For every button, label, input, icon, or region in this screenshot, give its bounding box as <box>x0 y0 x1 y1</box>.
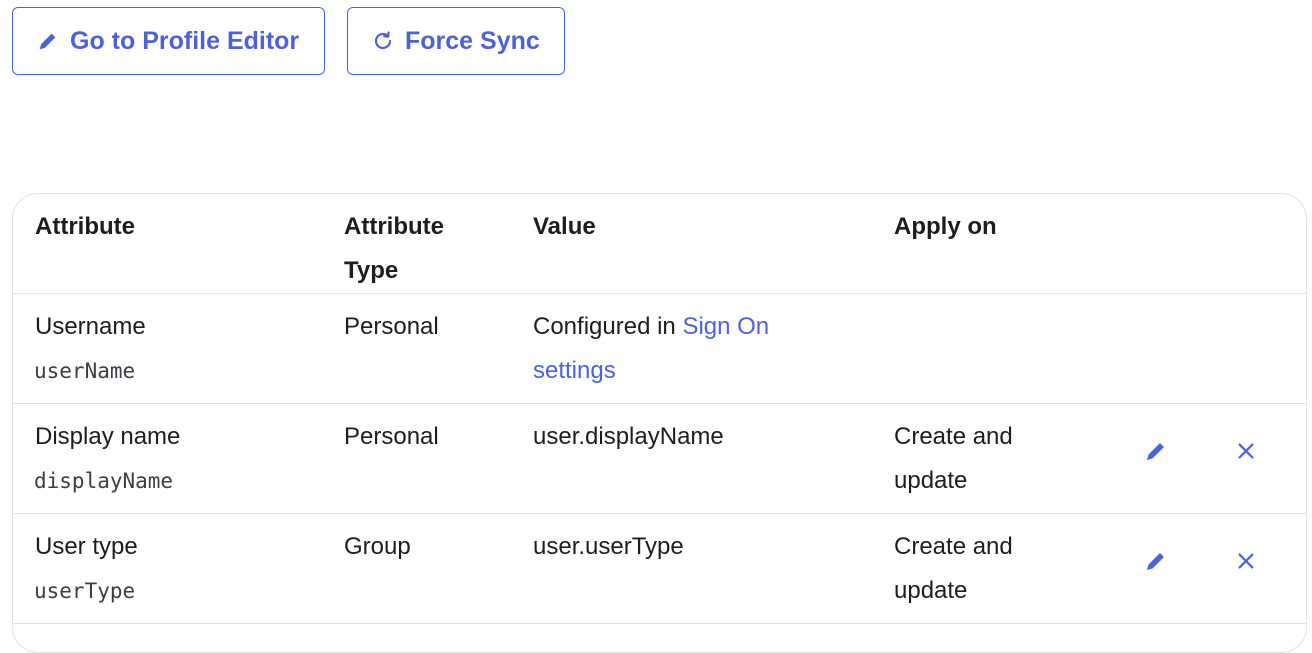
apply-on-cell <box>894 294 1132 404</box>
refresh-icon <box>371 29 395 53</box>
table-row: User type userType Group user.userType C… <box>13 514 1306 624</box>
value-cell: user.userType <box>533 533 684 560</box>
attribute-type-cell: Group <box>344 533 411 560</box>
attribute-type-cell: Personal <box>344 423 439 450</box>
column-header-edit <box>1132 194 1222 294</box>
column-header-delete <box>1222 194 1306 294</box>
pencil-icon[interactable] <box>1142 547 1170 575</box>
pencil-icon <box>36 29 60 53</box>
pencil-icon[interactable] <box>1142 437 1170 465</box>
edit-cell <box>1132 514 1222 624</box>
apply-on-text: Create and update <box>894 533 1013 604</box>
table-row: Username userName Personal Configured in… <box>13 294 1306 404</box>
attribute-cell: Username userName <box>13 294 344 404</box>
attribute-name: User type <box>35 533 138 560</box>
table-header-row: Attribute Attribute Type Value Apply on <box>13 194 1306 294</box>
apply-on-text: Create and update <box>894 423 1013 494</box>
attribute-mappings-table: Attribute Attribute Type Value Apply on … <box>12 193 1307 653</box>
delete-cell <box>1222 514 1306 624</box>
column-header-apply-on: Apply on <box>894 213 997 240</box>
force-sync-label: Force Sync <box>405 26 540 55</box>
column-header-attribute: Attribute <box>35 213 135 240</box>
force-sync-button[interactable]: Force Sync <box>347 7 565 75</box>
attribute-name: Display name <box>35 423 181 450</box>
value-cell: Configured in Sign On settings <box>533 294 894 404</box>
go-to-profile-editor-label: Go to Profile Editor <box>70 26 300 55</box>
attribute-name: Username <box>35 313 146 340</box>
value-cell: user.displayName <box>533 423 724 450</box>
attribute-variable: userType <box>34 579 136 603</box>
close-icon[interactable] <box>1232 437 1260 465</box>
table-row: Display name displayName Personal user.d… <box>13 404 1306 514</box>
attribute-variable: userName <box>34 359 136 383</box>
edit-cell <box>1132 404 1222 514</box>
delete-cell <box>1222 294 1306 404</box>
column-header-value: Value <box>533 213 596 240</box>
attribute-variable: displayName <box>34 469 174 493</box>
attribute-type-cell: Personal <box>344 313 439 340</box>
attribute-cell: Display name displayName <box>13 404 344 514</box>
go-to-profile-editor-button[interactable]: Go to Profile Editor <box>12 7 325 75</box>
edit-cell <box>1132 294 1222 404</box>
value-text: Configured in <box>533 313 683 340</box>
column-header-attribute-type: Attribute Type <box>344 213 444 284</box>
apply-on-cell: Create and update <box>894 404 1132 514</box>
attribute-cell: User type userType <box>13 514 344 624</box>
delete-cell <box>1222 404 1306 514</box>
apply-on-cell: Create and update <box>894 514 1132 624</box>
close-icon[interactable] <box>1232 547 1260 575</box>
toolbar: Go to Profile Editor Force Sync <box>12 7 565 75</box>
